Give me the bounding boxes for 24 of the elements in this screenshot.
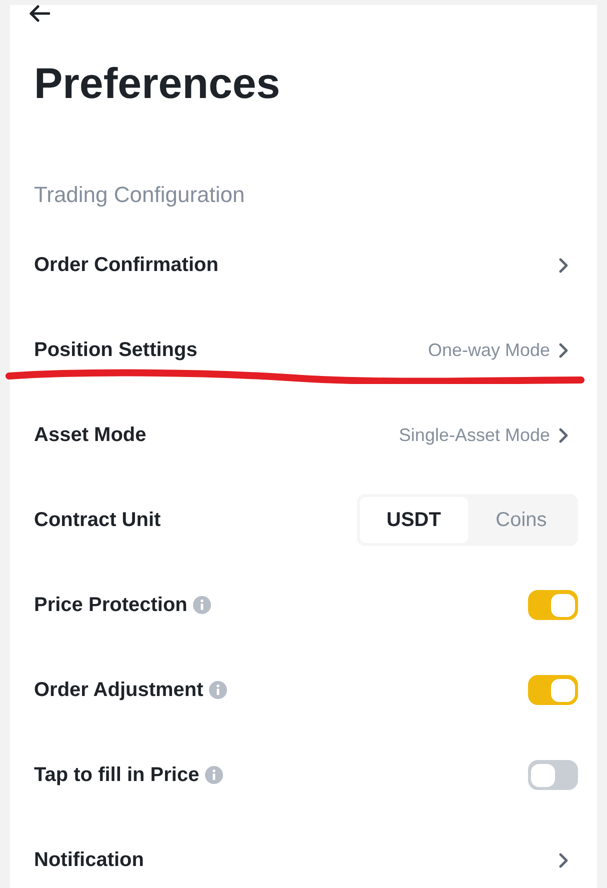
setting-label: Asset Mode [34,423,146,448]
chevron-icon[interactable] [559,852,568,868]
info-icon[interactable] [205,766,224,784]
setting-label: Tap to fill in Price [34,763,200,788]
setting-label: Order Confirmation [34,253,218,278]
setting-label: Contract Unit [34,508,161,533]
section-label: Trading Configuration [34,181,246,209]
setting-label: Order Adjustment [34,678,204,703]
setting-label: Position Settings [34,338,198,363]
setting-value: One-way Mode [428,339,550,361]
setting-value: Single-Asset Mode [398,424,550,446]
chevron-icon[interactable] [559,428,568,442]
setting-label: Price Protection [34,593,188,618]
chevron-icon[interactable] [559,258,568,272]
info-icon[interactable] [193,596,212,614]
chevron-icon[interactable] [559,342,568,358]
segment-option[interactable]: USDT [360,497,468,543]
page-title: Preferences [34,59,282,110]
toggle-switch[interactable] [528,590,578,620]
back-arrow-icon[interactable] [28,5,50,22]
info-icon[interactable] [209,681,228,699]
setting-label: Notification [34,848,144,873]
toggle-switch[interactable] [528,675,578,705]
toggle-switch[interactable] [528,760,578,790]
